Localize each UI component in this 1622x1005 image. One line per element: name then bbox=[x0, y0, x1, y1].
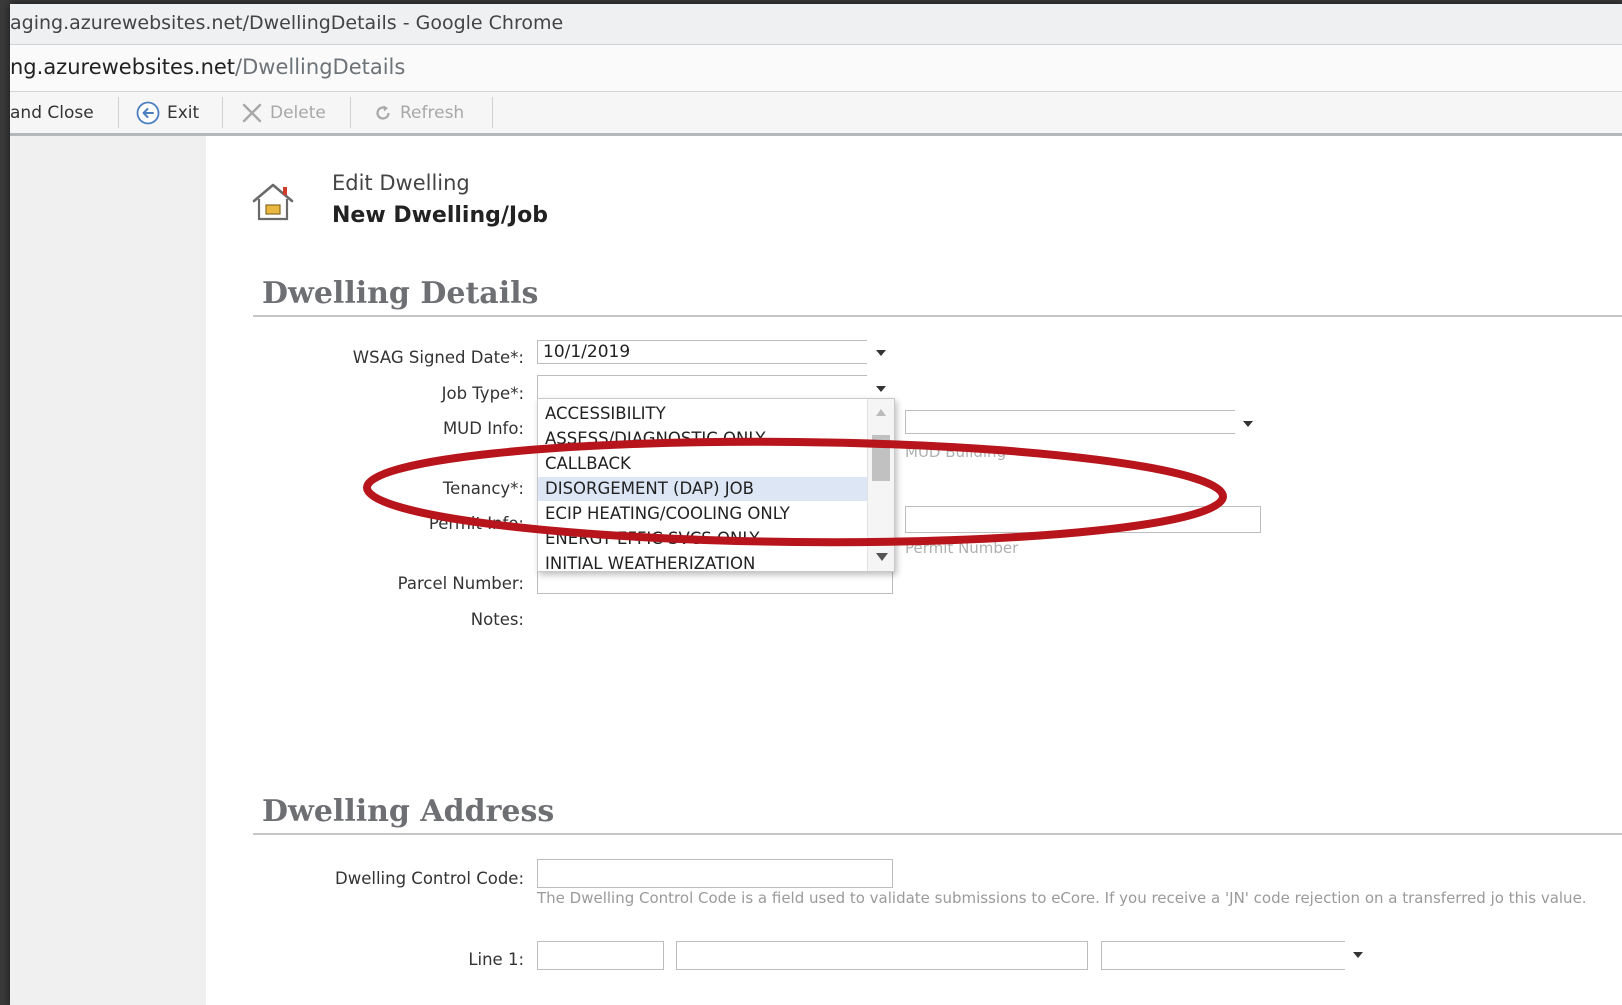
chevron-down-icon[interactable] bbox=[1243, 421, 1253, 427]
house-icon bbox=[250, 179, 296, 229]
permit-number-input[interactable] bbox=[905, 506, 1261, 533]
job-type-option[interactable]: ENERGY EFFIC SVCS ONLY bbox=[538, 527, 869, 551]
permit-info-label: Permit Info: bbox=[428, 514, 524, 533]
delete-button[interactable]: Delete bbox=[241, 92, 326, 133]
notes-label: Notes: bbox=[470, 610, 524, 629]
exit-label: Exit bbox=[167, 102, 200, 123]
line1-number-input[interactable] bbox=[537, 941, 664, 970]
refresh-icon bbox=[373, 103, 393, 123]
mud-info-label: MUD Info: bbox=[442, 419, 524, 438]
toolbar-divider bbox=[492, 97, 493, 128]
browser-screenshot: aging.azurewebsites.net/DwellingDetails … bbox=[10, 4, 1622, 1005]
wsag-date-label: WSAG Signed Date*: bbox=[352, 348, 524, 367]
parcel-number-label: Parcel Number: bbox=[397, 574, 524, 593]
window-title-bar: aging.azurewebsites.net/DwellingDetails … bbox=[10, 4, 1622, 45]
job-type-option[interactable]: ECIP HEATING/COOLING ONLY bbox=[538, 502, 869, 526]
job-type-option[interactable]: ACCESSIBILITY bbox=[538, 402, 869, 426]
scroll-down-icon[interactable] bbox=[876, 553, 888, 561]
job-type-label: Job Type*: bbox=[441, 384, 524, 403]
toolbar-divider bbox=[118, 97, 119, 128]
toolbar-divider bbox=[222, 97, 223, 128]
refresh-label: Refresh bbox=[400, 102, 465, 123]
scroll-thumb[interactable] bbox=[872, 435, 890, 481]
chevron-down-icon[interactable] bbox=[1353, 952, 1363, 958]
mud-building-hint: MUD Building bbox=[905, 443, 1007, 461]
parcel-number-input[interactable] bbox=[537, 570, 893, 594]
exit-button[interactable]: Exit bbox=[136, 92, 199, 133]
control-code-label: Dwelling Control Code: bbox=[335, 869, 524, 888]
back-arrow-icon bbox=[136, 101, 160, 125]
dropdown-scrollbar[interactable] bbox=[867, 399, 894, 571]
job-type-option-selected[interactable]: DISORGEMENT (DAP) JOB bbox=[538, 477, 869, 501]
line1-label: Line 1: bbox=[468, 950, 524, 969]
url-path: /DwellingDetails bbox=[235, 55, 406, 79]
window-title: aging.azurewebsites.net/DwellingDetails … bbox=[10, 12, 564, 34]
permit-number-hint: Permit Number bbox=[905, 539, 1019, 557]
save-close-button[interactable]: and Close bbox=[10, 92, 94, 133]
address-bar[interactable]: ng.azurewebsites.net/DwellingDetails bbox=[10, 45, 1622, 92]
control-code-help: The Dwelling Control Code is a field use… bbox=[537, 889, 1587, 907]
tenancy-label: Tenancy*: bbox=[442, 479, 524, 498]
job-type-option[interactable]: ASSESS/DIAGNOSTIC ONLY bbox=[538, 427, 869, 451]
job-type-option[interactable]: INITIAL WEATHERIZATION bbox=[538, 552, 869, 571]
section-title-address: Dwelling Address bbox=[262, 794, 555, 829]
delete-label: Delete bbox=[270, 102, 326, 123]
toolbar-divider bbox=[350, 97, 351, 128]
refresh-button[interactable]: Refresh bbox=[373, 92, 464, 133]
save-close-label: and Close bbox=[10, 102, 94, 123]
page-title: New Dwelling/Job bbox=[332, 203, 548, 228]
line1-suffix-select[interactable] bbox=[1101, 941, 1345, 970]
page-subtitle: Edit Dwelling bbox=[332, 171, 470, 195]
wsag-date-input[interactable] bbox=[537, 340, 867, 364]
line1-street-input[interactable] bbox=[676, 941, 1088, 970]
section-title-details: Dwelling Details bbox=[262, 276, 539, 311]
job-type-select[interactable] bbox=[537, 375, 867, 399]
left-panel bbox=[10, 136, 206, 1005]
url-text[interactable]: ng.azurewebsites.net/DwellingDetails bbox=[10, 55, 405, 79]
url-host: ng.azurewebsites.net bbox=[10, 55, 236, 79]
close-x-icon bbox=[241, 102, 263, 124]
mud-building-select[interactable] bbox=[905, 410, 1235, 434]
job-type-option[interactable]: CALLBACK bbox=[538, 452, 869, 476]
chevron-down-icon[interactable] bbox=[876, 350, 886, 356]
control-code-input[interactable] bbox=[537, 859, 893, 888]
section-divider bbox=[253, 833, 1622, 835]
chevron-down-icon[interactable] bbox=[876, 386, 886, 392]
scroll-up-icon[interactable] bbox=[876, 409, 886, 416]
toolbar: and Close Exit Delete Refresh bbox=[10, 92, 1622, 136]
job-type-dropdown-list[interactable]: ACCESSIBILITY ASSESS/DIAGNOSTIC ONLY CAL… bbox=[537, 398, 895, 572]
section-divider bbox=[253, 315, 1622, 317]
